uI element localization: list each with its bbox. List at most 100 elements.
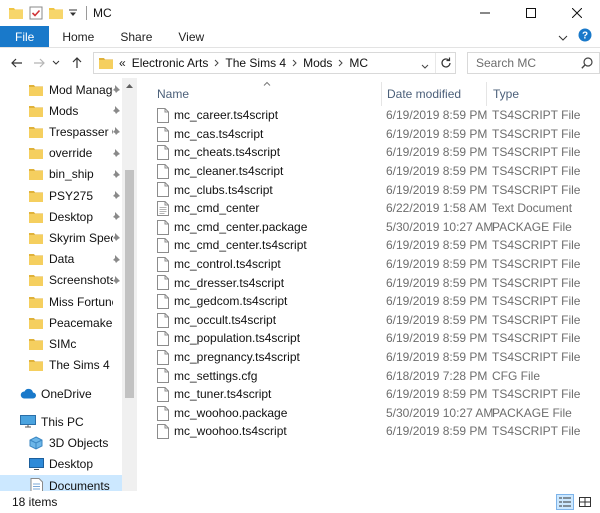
breadcrumb-overflow[interactable]: « bbox=[119, 56, 126, 70]
column-header-type[interactable]: Type bbox=[493, 82, 593, 106]
breadcrumb-mc[interactable]: MC bbox=[349, 56, 368, 70]
file-list: Name Date modified Type mc_career.ts4scr… bbox=[137, 78, 600, 491]
search-icon[interactable] bbox=[581, 57, 593, 72]
file-date-modified: 6/19/2019 8:59 PM bbox=[386, 275, 488, 290]
pin-icon[interactable] bbox=[110, 126, 120, 140]
large-icons-view-button[interactable] bbox=[576, 494, 594, 510]
expand-ribbon-icon[interactable] bbox=[558, 30, 568, 44]
folder-icon bbox=[28, 188, 44, 204]
up-button[interactable] bbox=[66, 52, 88, 74]
address-dropdown-icon[interactable] bbox=[421, 59, 429, 73]
nav-item-3d-objects[interactable]: 3D Objects bbox=[0, 432, 122, 453]
nav-item-label: Data bbox=[49, 252, 75, 267]
breadcrumb-mods[interactable]: Mods bbox=[303, 56, 332, 70]
file-row[interactable]: mc_woohoo.package 5/30/2019 10:27 AM PACKA… bbox=[153, 404, 600, 423]
nav-quick-access-item[interactable]: bin_ship bbox=[0, 164, 120, 185]
file-row[interactable]: mc_cheats.ts4script 6/19/2019 8:59 PM TS4S… bbox=[153, 143, 600, 162]
file-row[interactable]: mc_cmd_center.package 5/30/2019 10:27 AM P… bbox=[153, 218, 600, 237]
tab-share[interactable]: Share bbox=[107, 26, 165, 47]
file-icon bbox=[157, 256, 171, 273]
chevron-right-icon[interactable] bbox=[292, 59, 297, 67]
file-row[interactable]: mc_tuner.ts4script 6/19/2019 8:59 PM TS4SC… bbox=[153, 385, 600, 404]
pin-icon[interactable] bbox=[110, 84, 120, 98]
folder-icon bbox=[28, 336, 44, 352]
nav-quick-access-item[interactable]: Miss Fortune bbox=[0, 291, 113, 312]
nav-quick-access-item[interactable]: Trespasser Co bbox=[0, 121, 120, 142]
nav-quick-access-item[interactable]: override bbox=[0, 143, 120, 164]
file-row[interactable]: mc_clubs.ts4script 6/19/2019 8:59 PM TS4SC… bbox=[153, 180, 600, 199]
file-row[interactable]: mc_pregnancy.ts4script 6/19/2019 8:59 PM T… bbox=[153, 348, 600, 367]
pin-icon[interactable] bbox=[110, 211, 120, 225]
nav-quick-access-item[interactable]: The Sims 4 bbox=[0, 355, 113, 376]
nav-quick-access-item[interactable]: Screenshots bbox=[0, 270, 120, 291]
column-header-name[interactable]: Name bbox=[157, 82, 381, 106]
pin-icon[interactable] bbox=[110, 190, 120, 204]
forward-button[interactable] bbox=[28, 52, 50, 74]
folder-icon bbox=[28, 145, 44, 161]
nav-quick-access-item[interactable]: Desktop bbox=[0, 206, 120, 227]
nav-item-label: Documents bbox=[49, 478, 110, 492]
minimize-button[interactable] bbox=[462, 0, 508, 26]
nav-item-desktop[interactable]: Desktop bbox=[0, 454, 122, 475]
file-row[interactable]: mc_cmd_center.ts4script 6/19/2019 8:59 PM… bbox=[153, 236, 600, 255]
file-type: TS4SCRIPT File bbox=[492, 126, 581, 141]
nav-item-this-pc[interactable]: This PC bbox=[0, 411, 84, 432]
search-input[interactable]: Search MC bbox=[467, 52, 600, 74]
tab-home[interactable]: Home bbox=[49, 26, 107, 47]
help-icon[interactable]: ? bbox=[578, 28, 592, 45]
file-row[interactable]: mc_occult.ts4script 6/19/2019 8:59 PM TS4S… bbox=[153, 311, 600, 330]
refresh-button[interactable] bbox=[435, 53, 455, 73]
file-row[interactable]: mc_cas.ts4script 6/19/2019 8:59 PM TS4SCRI… bbox=[153, 125, 600, 144]
file-row[interactable]: mc_population.ts4script 6/19/2019 8:59 PM… bbox=[153, 329, 600, 348]
close-button[interactable] bbox=[554, 0, 600, 26]
breadcrumb-electronic-arts[interactable]: Electronic Arts bbox=[132, 56, 209, 70]
nav-quick-access-item[interactable]: Skyrim Special bbox=[0, 227, 120, 248]
nav-item-onedrive[interactable]: OneDrive bbox=[0, 383, 92, 404]
pin-icon[interactable] bbox=[110, 105, 120, 119]
file-type: TS4SCRIPT File bbox=[492, 257, 581, 272]
column-header-date-modified[interactable]: Date modified bbox=[387, 82, 487, 106]
file-row[interactable]: mc_career.ts4script 6/19/2019 8:59 PM TS4S… bbox=[153, 106, 600, 125]
file-name: mc_population.ts4script bbox=[174, 331, 301, 346]
new-folder-icon[interactable] bbox=[48, 5, 64, 21]
file-row[interactable]: mc_settings.cfg 6/18/2019 7:28 PM CFG File bbox=[153, 366, 600, 385]
nav-quick-access-item[interactable]: PSY275 bbox=[0, 185, 120, 206]
pin-icon[interactable] bbox=[110, 275, 120, 289]
file-date-modified: 6/19/2019 8:59 PM bbox=[386, 424, 488, 439]
folder-icon bbox=[28, 124, 44, 140]
pin-icon[interactable] bbox=[110, 254, 120, 268]
file-row[interactable]: mc_control.ts4script 6/19/2019 8:59 PM TS4… bbox=[153, 255, 600, 274]
recent-locations-button[interactable] bbox=[50, 52, 62, 74]
back-button[interactable] bbox=[6, 52, 28, 74]
file-row[interactable]: mc_cleaner.ts4script 6/19/2019 8:59 PM TS4… bbox=[153, 162, 600, 181]
scrollbar-thumb[interactable] bbox=[125, 170, 134, 398]
folder-icon[interactable] bbox=[8, 5, 24, 21]
details-view-button[interactable] bbox=[556, 494, 574, 510]
chevron-right-icon[interactable] bbox=[338, 59, 344, 67]
pin-icon[interactable] bbox=[110, 232, 120, 246]
properties-icon[interactable] bbox=[28, 5, 44, 21]
pin-icon[interactable] bbox=[110, 169, 120, 183]
scroll-up-icon[interactable] bbox=[122, 78, 137, 92]
address-bar[interactable]: « Electronic Arts The Sims 4 Mods MC bbox=[93, 52, 456, 74]
nav-quick-access-item[interactable]: Mods bbox=[0, 100, 120, 121]
folder-icon bbox=[28, 103, 44, 119]
breadcrumb-the-sims-4[interactable]: The Sims 4 bbox=[225, 56, 286, 70]
nav-quick-access-item[interactable]: SIMc bbox=[0, 333, 113, 354]
pin-icon[interactable] bbox=[110, 148, 120, 162]
customize-toolbar-icon[interactable] bbox=[68, 5, 78, 21]
nav-quick-access-item[interactable]: Peacemaker bbox=[0, 312, 113, 333]
tab-file[interactable]: File bbox=[0, 26, 50, 47]
nav-item-documents[interactable]: Documents bbox=[0, 475, 122, 491]
file-row[interactable]: mc_woohoo.ts4script 6/19/2019 8:59 PM TS4S… bbox=[153, 422, 600, 441]
file-row[interactable]: mc_dresser.ts4script 6/19/2019 8:59 PM TS4… bbox=[153, 273, 600, 292]
nav-quick-access-item[interactable]: Data bbox=[0, 249, 120, 270]
nav-quick-access-item[interactable]: Mod Manager bbox=[0, 79, 120, 100]
chevron-right-icon[interactable] bbox=[214, 59, 220, 67]
file-row[interactable]: mc_gedcom.ts4script 6/19/2019 8:59 PM TS4S… bbox=[153, 292, 600, 311]
maximize-button[interactable] bbox=[508, 0, 554, 26]
tab-view[interactable]: View bbox=[165, 26, 217, 47]
file-row[interactable]: mc_cmd_center 6/22/2019 1:58 AM Text Docum… bbox=[153, 199, 600, 218]
nav-scrollbar[interactable] bbox=[122, 78, 137, 491]
nav-item-label: OneDrive bbox=[41, 386, 92, 401]
